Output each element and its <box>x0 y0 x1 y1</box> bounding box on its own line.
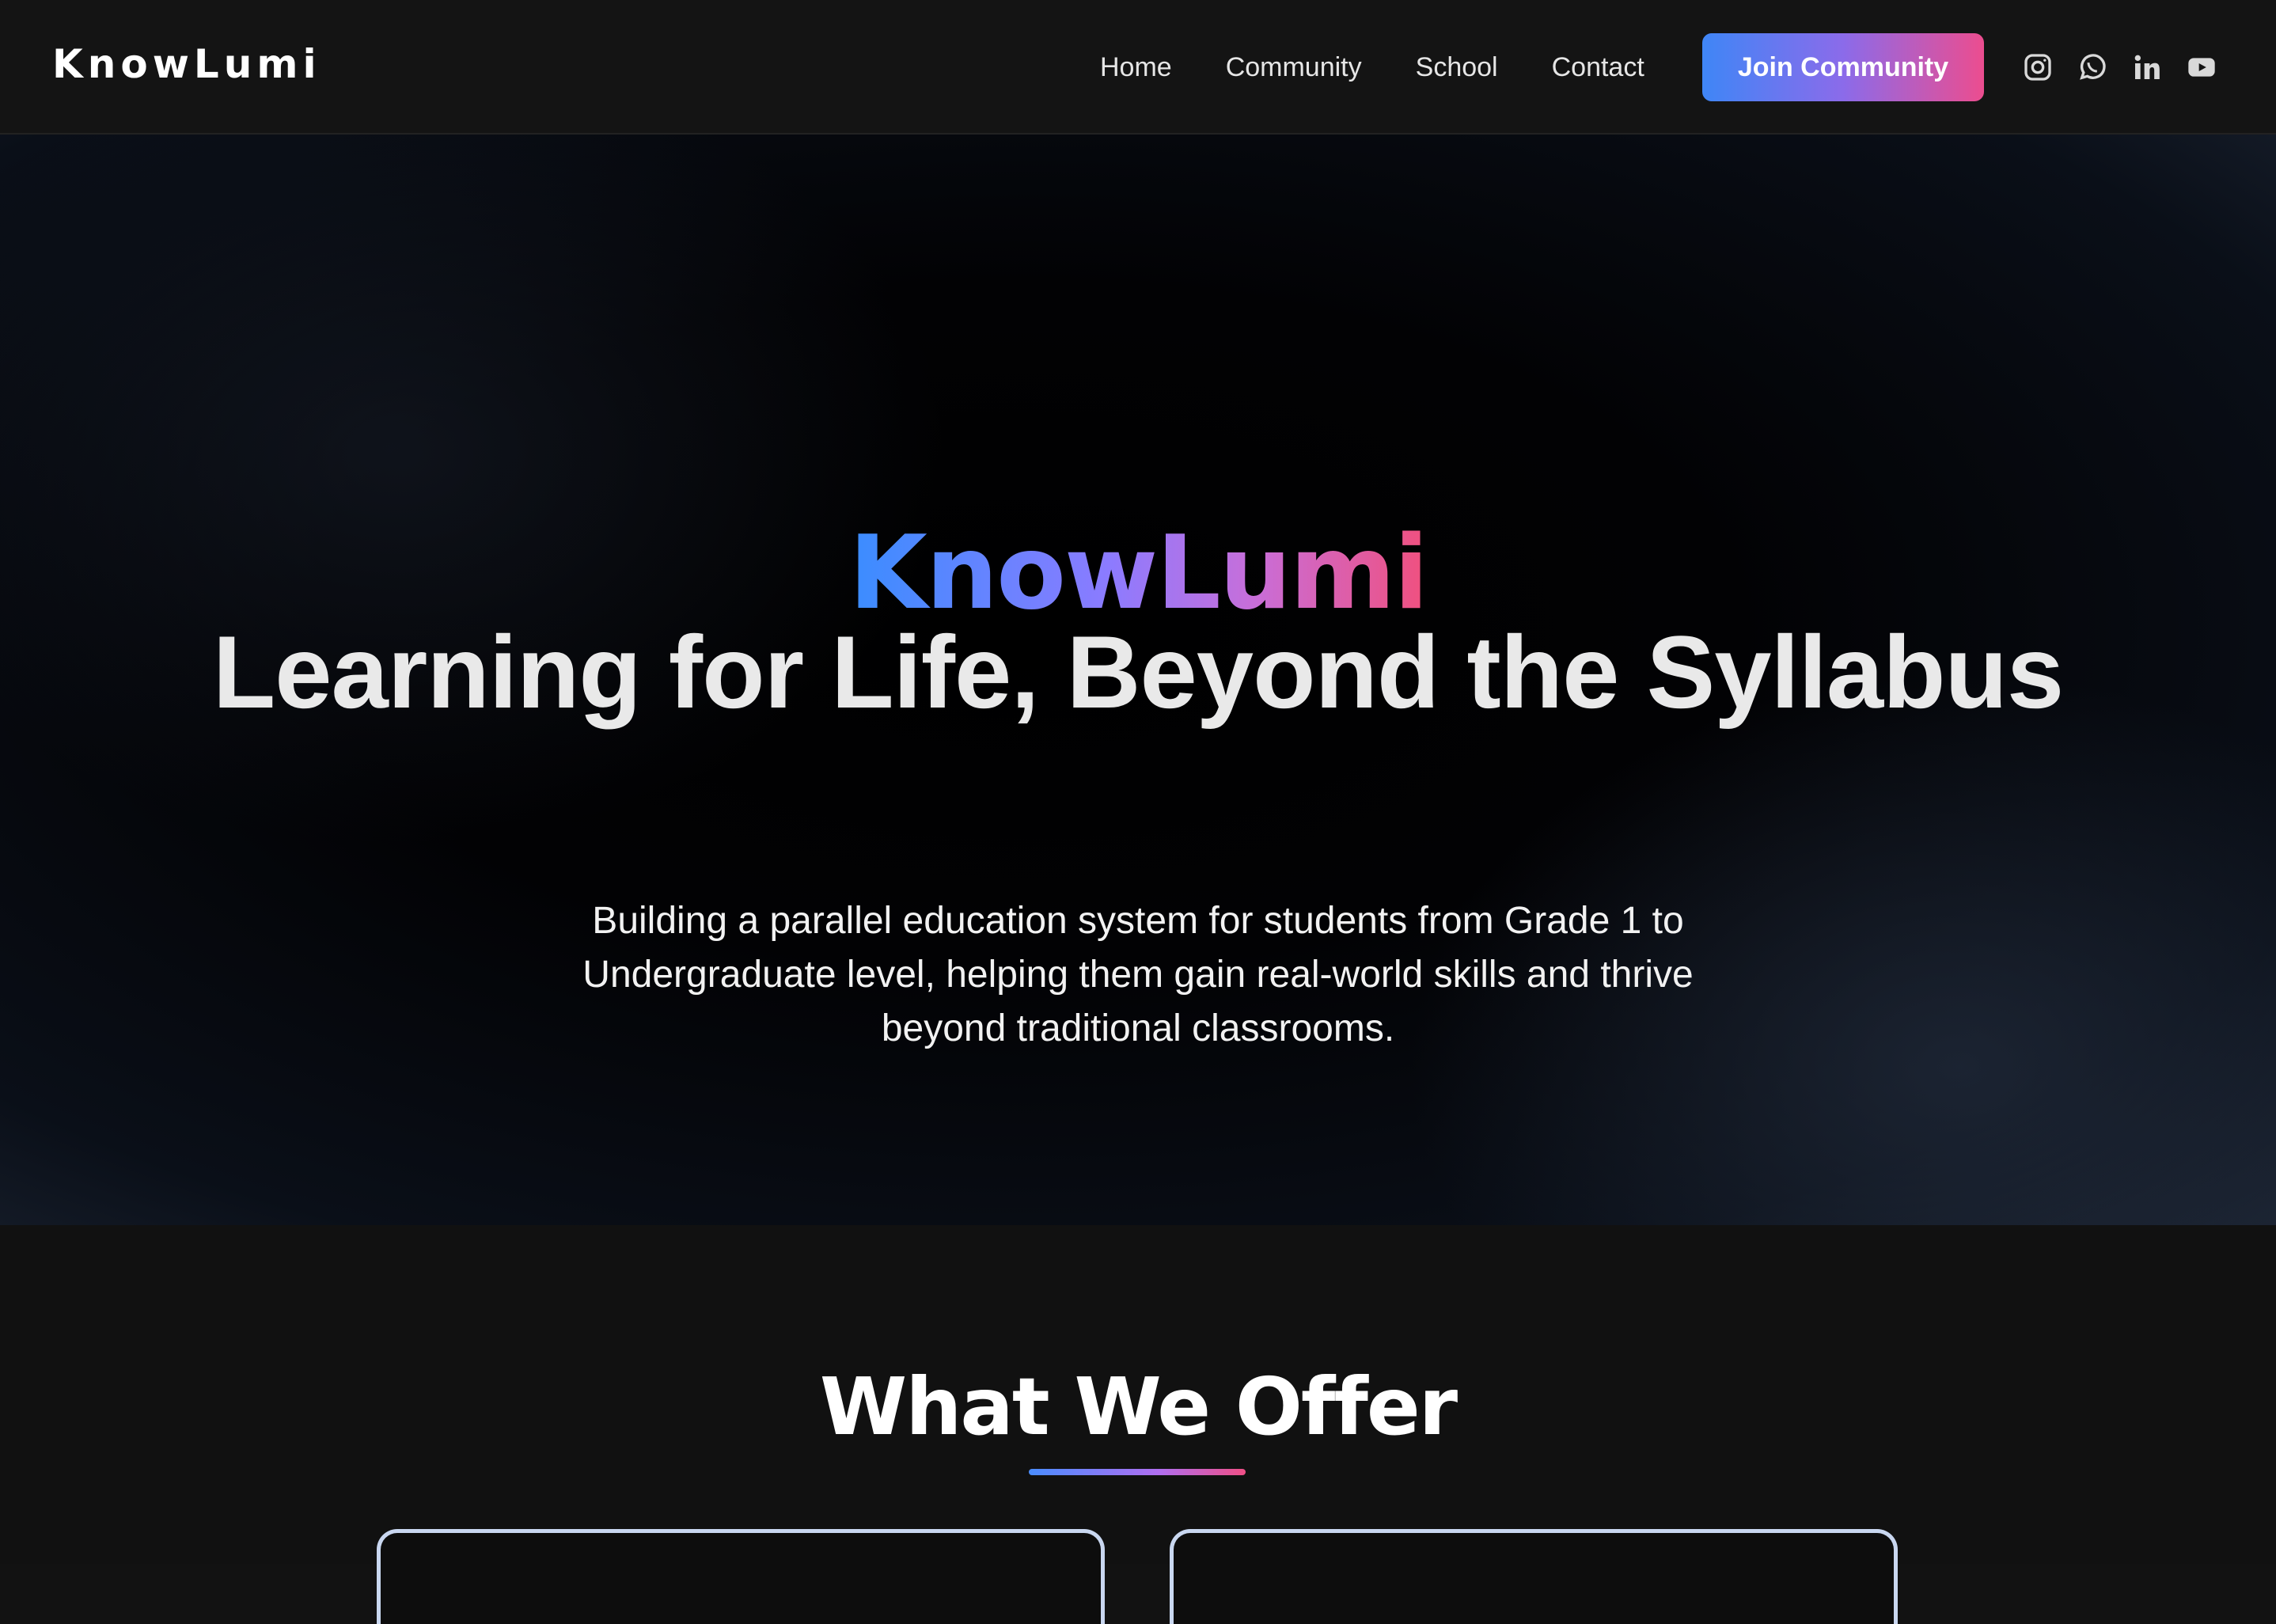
hero-subtitle: Building a parallel education system for… <box>582 900 1694 1049</box>
offer-card[interactable] <box>377 1529 1105 1624</box>
offer-card[interactable] <box>1170 1529 1898 1624</box>
whatsapp-icon[interactable] <box>2074 49 2111 85</box>
youtube-icon[interactable] <box>2183 49 2220 85</box>
site-header: KnowLumi Home Community School Contact J… <box>0 0 2276 135</box>
main-nav: Home Community School Contact <box>1100 0 1698 135</box>
title-underline <box>1029 1469 1246 1475</box>
hero-title: Learning for Life, Beyond the Syllabus <box>212 614 2064 730</box>
linkedin-icon[interactable] <box>2129 49 2165 85</box>
nav-link-home[interactable]: Home <box>1100 52 1172 83</box>
nav-link-community[interactable]: Community <box>1226 52 1362 83</box>
hero-glow-decoration <box>0 135 950 847</box>
instagram-icon[interactable] <box>2020 49 2056 85</box>
join-community-button[interactable]: Join Community <box>1702 33 1984 101</box>
social-links <box>2020 49 2238 85</box>
hero-section: KnowLumi Learning for Life, Beyond the S… <box>0 135 2276 1225</box>
site-logo[interactable]: KnowLumi <box>52 41 321 87</box>
nav-link-school[interactable]: School <box>1416 52 1498 83</box>
offer-section: What We Offer <box>0 1225 2276 1624</box>
nav-link-contact[interactable]: Contact <box>1552 52 1644 83</box>
offer-title: What We Offer <box>819 1360 1458 1453</box>
